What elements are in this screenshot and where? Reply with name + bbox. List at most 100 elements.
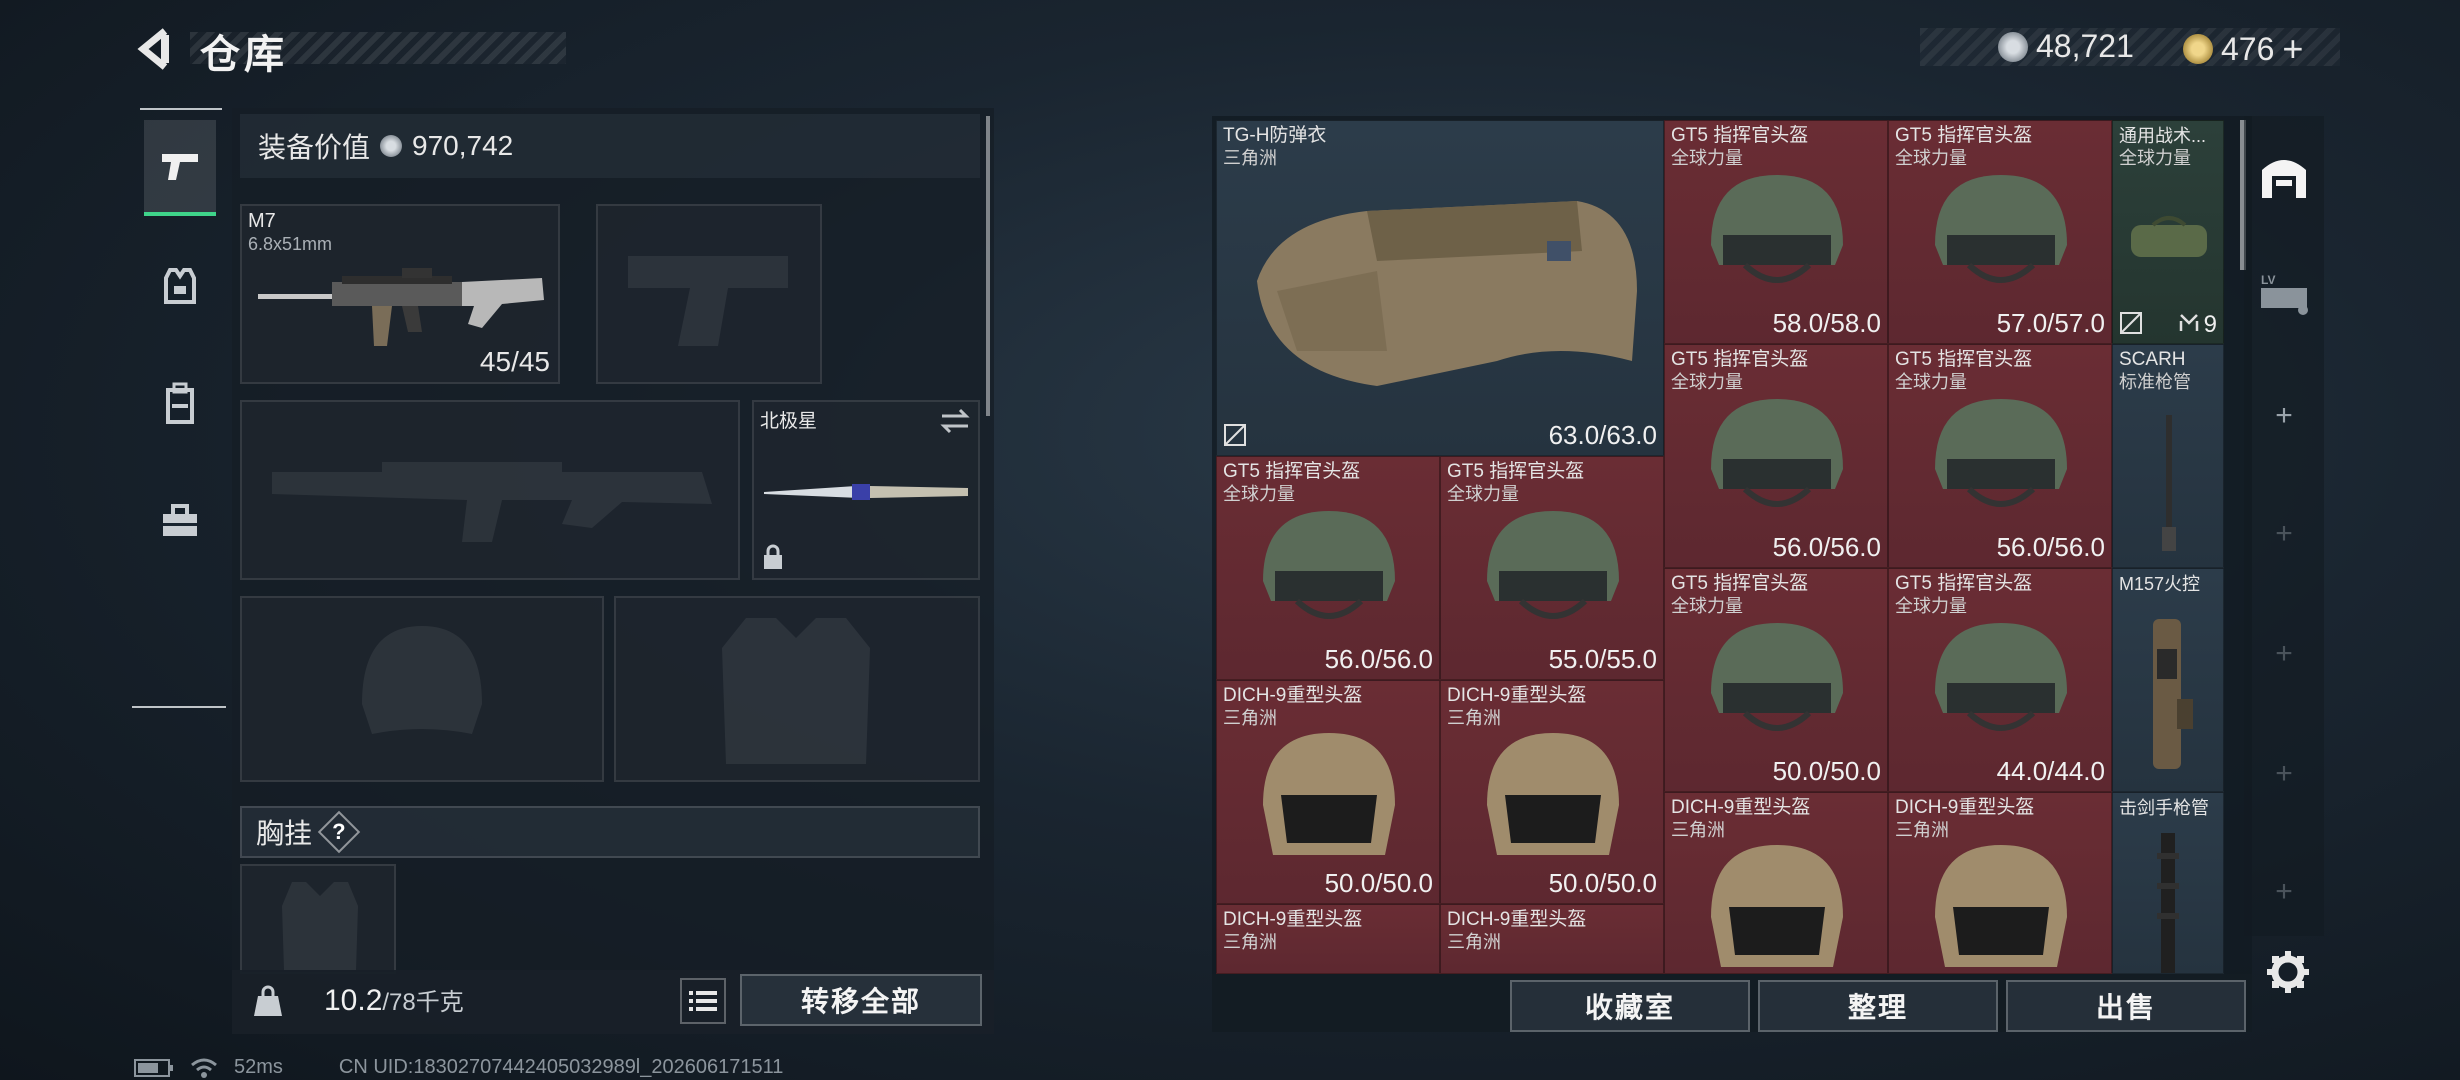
gear-icon <box>2267 951 2309 993</box>
item-name: DICH-9重型头盔 <box>1447 685 1587 706</box>
item-count: 9 <box>2203 311 2217 338</box>
inventory-item-helmet[interactable]: GT5 指挥官头盔 全球力量 56.0/56.0 <box>1664 344 1888 568</box>
inventory-item-heavy-helmet[interactable]: DICH-9重型头盔 三角洲 <box>1664 792 1888 974</box>
item-name: GT5 指挥官头盔 <box>1895 125 2033 146</box>
inventory-item-helmet[interactable]: GT5 指挥官头盔 全球力量 56.0/56.0 <box>1888 344 2112 568</box>
item-durability: 56.0/56.0 <box>1324 644 1433 674</box>
melee-name: 北极星 <box>760 411 818 432</box>
item-name: GT5 指挥官头盔 <box>1671 573 1809 594</box>
item-durability: 56.0/56.0 <box>1996 532 2105 562</box>
weapon-name: M7 <box>248 210 276 232</box>
inventory-item-helmet[interactable]: GT5 指挥官头盔 全球力量 57.0/57.0 <box>1888 120 2112 344</box>
inventory-item-heavy-helmet[interactable]: DICH-9重型头盔 三角洲 50.0/50.0 <box>1216 680 1440 904</box>
weight-icon <box>254 985 282 1016</box>
back-button[interactable] <box>130 22 184 76</box>
add-container-button[interactable]: + <box>2252 384 2316 448</box>
item-durability: 50.0/50.0 <box>1324 868 1433 898</box>
dich-helmet-icon <box>1711 845 1843 967</box>
page-title: 仓库 <box>200 33 288 77</box>
svg-text:LV: LV <box>2261 273 2275 287</box>
vest-silhouette-icon <box>722 618 870 764</box>
equipment-value-bar: 装备价值 970,742 <box>240 114 980 178</box>
inventory-item-heavy-helmet[interactable]: DICH-9重型头盔 三角洲 50.0/50.0 <box>1440 680 1664 904</box>
gt5-helmet-icon <box>1711 175 1843 283</box>
user-uid: CN UID:18302707442405032989l_20260617151… <box>338 1056 784 1078</box>
nav-toolbox[interactable] <box>144 474 216 570</box>
item-name: GT5 指挥官头盔 <box>1671 349 1809 370</box>
transfer-all-button[interactable]: 转移全部 <box>740 974 982 1026</box>
list-view-button[interactable] <box>680 978 726 1024</box>
item-name: SCARH <box>2119 349 2186 370</box>
add-currency-icon[interactable]: + <box>2282 28 2303 70</box>
nav-level-storage[interactable]: LV <box>2252 262 2316 326</box>
list-icon <box>689 991 717 1011</box>
secondary-weapon-slot[interactable] <box>240 400 740 580</box>
item-name: 通用战术... <box>2119 126 2207 146</box>
nav-backpack[interactable] <box>144 356 216 452</box>
gt5-helmet-icon <box>1263 511 1395 619</box>
item-name: TG-H防弹衣 <box>1223 125 1327 146</box>
no-insure-icon <box>1224 424 1246 446</box>
chest-rig-slot[interactable] <box>240 864 396 974</box>
sidearm-slot[interactable] <box>596 204 822 384</box>
nav-bottom-divider <box>132 706 226 708</box>
item-sub: 三角洲 <box>1447 932 1501 952</box>
inventory-item-barrel[interactable]: SCARH 标准枪管 <box>2112 344 2224 568</box>
item-name: GT5 指挥官头盔 <box>1895 349 2033 370</box>
item-sub: 三角洲 <box>1223 148 1277 168</box>
help-icon[interactable]: ? <box>317 810 361 854</box>
settings-button[interactable] <box>2264 948 2312 996</box>
item-durability: 55.0/55.0 <box>1548 644 1657 674</box>
container-nav: LV + + + + + <box>2244 116 2324 976</box>
item-durability: 56.0/56.0 <box>1772 532 1881 562</box>
weight-max: /78千克 <box>382 989 464 1016</box>
inventory-item-barrel[interactable]: 击剑手枪管 <box>2112 792 2224 974</box>
pistol-barrel-icon <box>2157 833 2179 973</box>
rifle-silhouette-icon <box>272 462 712 542</box>
helmet-slot[interactable] <box>240 596 604 782</box>
currency-coin-balance: 48,721 <box>1998 28 2134 65</box>
inventory-item-heavy-helmet[interactable]: DICH-9重型头盔 三角洲 <box>1216 904 1440 974</box>
item-sub: 三角洲 <box>1223 932 1277 952</box>
carry-weight: 10.2 /78千克 <box>324 982 464 1018</box>
inventory-item-helmet[interactable]: GT5 指挥官头盔 全球力量 44.0/44.0 <box>1888 568 2112 792</box>
no-insure-icon <box>2120 312 2142 334</box>
battery-icon <box>134 1058 173 1077</box>
nav-armor[interactable] <box>144 238 216 334</box>
status-bar: 52ms CN UID:18302707442405032989l_202606… <box>134 1056 783 1079</box>
inventory-item-helmet[interactable]: GT5 指挥官头盔 全球力量 58.0/58.0 <box>1664 120 1888 344</box>
primary-weapon-slot[interactable]: M7 6.8x51mm 45/45 <box>240 204 560 384</box>
chest-rig-header: 胸挂 ? <box>240 806 980 858</box>
dich-helmet-icon <box>1935 845 2067 967</box>
inventory-item-helmet[interactable]: GT5 指挥官头盔 全球力量 56.0/56.0 <box>1216 456 1440 680</box>
nav-weapons[interactable] <box>144 120 216 216</box>
pistol-icon <box>162 154 198 180</box>
sell-button[interactable]: 出售 <box>2006 980 2246 1032</box>
body-armor-slot[interactable] <box>614 596 980 782</box>
barrel-icon <box>2162 415 2176 551</box>
inventory-item-vest[interactable]: TG-H防弹衣 三角洲 63.0/63.0 <box>1216 120 1664 456</box>
sort-button[interactable]: 整理 <box>1758 980 1998 1032</box>
swap-icon[interactable] <box>940 408 970 434</box>
equipment-scrollbar[interactable] <box>986 116 990 416</box>
inventory-item-heavy-helmet[interactable]: DICH-9重型头盔 三角洲 <box>1440 904 1664 974</box>
nav-storage[interactable] <box>2252 144 2316 208</box>
item-name: GT5 指挥官头盔 <box>1671 125 1809 146</box>
ping-value: 52ms <box>234 1056 283 1078</box>
gt5-helmet-icon <box>1935 623 2067 731</box>
inventory-item-heavy-helmet[interactable]: DICH-9重型头盔 三角洲 <box>1888 792 2112 974</box>
stack-icon <box>2179 314 2199 331</box>
item-durability: 44.0/44.0 <box>1996 756 2105 786</box>
item-name: DICH-9重型头盔 <box>1671 797 1811 818</box>
item-name: DICH-9重型头盔 <box>1447 909 1587 930</box>
inventory-item-helmet[interactable]: GT5 指挥官头盔 全球力量 55.0/55.0 <box>1440 456 1664 680</box>
item-sub: 全球力量 <box>2119 148 2191 168</box>
premium-currency-balance[interactable]: 476 + <box>2183 28 2303 70</box>
chest-rig-silhouette-icon <box>282 882 358 970</box>
add-container-button-disabled: + <box>2275 875 2293 908</box>
melee-slot[interactable]: 北极星 <box>752 400 980 580</box>
inventory-item-helmet[interactable]: GT5 指挥官头盔 全球力量 50.0/50.0 <box>1664 568 1888 792</box>
inventory-item-scope[interactable]: M157火控 <box>2112 568 2224 792</box>
inventory-item-bag[interactable]: 通用战术... 全球力量 9 <box>2112 120 2224 344</box>
vault-button[interactable]: 收藏室 <box>1510 980 1750 1032</box>
